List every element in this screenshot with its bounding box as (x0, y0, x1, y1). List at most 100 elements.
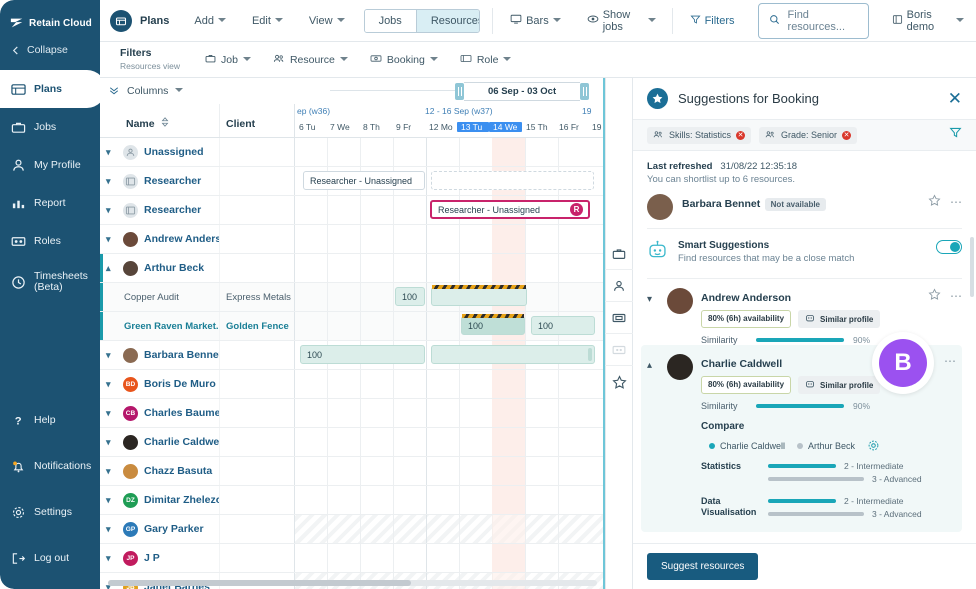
date-range-right-handle[interactable] (580, 83, 590, 100)
briefcase-icon[interactable] (605, 238, 633, 270)
row-timeline[interactable]: Researcher - Unassigned (295, 167, 605, 195)
day-header[interactable]: 15 Th (522, 122, 555, 132)
row-timeline[interactable]: 100 (295, 283, 605, 311)
sidebar-item-timesheets[interactable]: Timesheets (Beta) (0, 260, 100, 304)
date-range-selector[interactable]: 06 Sep - 03 Oct (455, 82, 590, 101)
row-timeline[interactable] (295, 515, 605, 543)
booking-bar[interactable]: 100 (395, 287, 425, 306)
tab-resources[interactable]: Resources (415, 9, 480, 32)
column-header-name[interactable]: Name (100, 104, 220, 137)
star-icon[interactable] (605, 366, 633, 398)
table-row[interactable]: ▾ Unassigned (100, 138, 605, 167)
day-header[interactable]: 9 Fr (392, 122, 425, 132)
panel-scrollbar[interactable] (970, 237, 974, 297)
chevron-down-icon[interactable]: ▾ (106, 408, 117, 419)
toolbar-view-menu[interactable]: View (296, 15, 358, 27)
columns-label[interactable]: Columns (127, 85, 168, 97)
tab-jobs[interactable]: Jobs (364, 9, 416, 32)
collapse-all-icon[interactable] (108, 84, 120, 99)
filter-booking[interactable]: Booking (359, 53, 449, 67)
date-range-left-handle[interactable] (455, 83, 464, 100)
chevron-down-icon[interactable]: ▾ (106, 205, 117, 216)
star-outline-icon[interactable] (928, 288, 941, 304)
toolbar-filters-button[interactable]: Filters (677, 14, 748, 28)
chevron-down-icon[interactable]: ▾ (106, 176, 117, 187)
table-row[interactable]: ▾ CB Charles Baumer (100, 399, 605, 428)
day-header[interactable]: 7 We (326, 122, 359, 132)
row-timeline[interactable] (295, 138, 605, 166)
sidebar-item-settings[interactable]: Settings (0, 489, 100, 535)
filter-job[interactable]: Job (194, 53, 262, 67)
sidebar-item-jobs[interactable]: Jobs (0, 108, 100, 146)
booking-bar[interactable] (431, 285, 527, 306)
search-input[interactable]: Find resources... (757, 2, 869, 39)
similar-profile-badge[interactable]: Similar profile (798, 310, 881, 328)
table-row-sub[interactable]: Copper Audit Express Metals In 100 (100, 283, 605, 312)
booking-bar[interactable]: Researcher - Unassigned (303, 171, 425, 190)
table-row[interactable]: ▾ Researcher (100, 196, 605, 225)
plans-menu-button[interactable]: Plans (110, 9, 181, 32)
filter-chip-grade[interactable]: Grade: Senior ✕ (759, 126, 858, 144)
table-row[interactable]: ▾ Andrew Anderson (100, 225, 605, 254)
row-timeline[interactable] (295, 457, 605, 485)
table-row[interactable]: ▾ Charlie Caldwell (100, 428, 605, 457)
row-timeline[interactable] (295, 486, 605, 514)
row-timeline[interactable]: Researcher - Unassigned R (295, 196, 605, 224)
booking-bar[interactable] (431, 345, 595, 364)
table-row[interactable]: ▾ Researcher (100, 167, 605, 196)
toolbar-bars-menu[interactable]: Bars (497, 13, 574, 28)
row-timeline[interactable] (295, 225, 605, 253)
more-icon[interactable]: ⋯ (944, 354, 956, 368)
star-outline-icon[interactable] (928, 194, 941, 210)
sidebar-item-report[interactable]: Report (0, 184, 100, 222)
table-row[interactable]: ▾ Chazz Basuta (100, 457, 605, 486)
card-icon[interactable] (605, 302, 633, 334)
row-timeline[interactable]: 100 (295, 341, 605, 369)
table-row-sub-selected[interactable]: Green Raven Market... Golden Fence 100 1… (100, 312, 605, 341)
close-icon[interactable]: ✕ (948, 90, 962, 107)
booking-bar[interactable]: 100 (531, 316, 595, 335)
day-header-selected[interactable]: 14 We (489, 122, 522, 132)
table-row[interactable]: ▴ Arthur Beck (100, 254, 605, 283)
chevron-down-icon[interactable]: ▾ (106, 437, 117, 448)
chevron-down-icon[interactable]: ▾ (106, 524, 117, 535)
chevron-down-icon[interactable]: ▾ (106, 495, 117, 506)
row-timeline[interactable] (295, 399, 605, 427)
toolbar-edit-menu[interactable]: Edit (239, 15, 296, 27)
row-timeline[interactable] (295, 370, 605, 398)
chevron-down-icon[interactable]: ▾ (106, 553, 117, 564)
chevron-down-icon[interactable]: ▾ (647, 288, 659, 305)
chevron-up-icon[interactable]: ▴ (647, 354, 659, 371)
remove-chip-icon[interactable]: ✕ (736, 130, 746, 140)
day-header[interactable]: 8 Th (359, 122, 392, 132)
column-header-client[interactable]: Client (220, 104, 295, 137)
toolbar-show-jobs-menu[interactable]: Show jobs (574, 9, 668, 33)
row-timeline[interactable] (295, 428, 605, 456)
row-timeline[interactable] (295, 254, 605, 282)
chevron-down-icon[interactable]: ▾ (106, 234, 117, 245)
similar-profile-badge[interactable]: Similar profile (798, 376, 881, 394)
day-header[interactable]: 6 Tu (295, 122, 326, 132)
sidebar-item-roles[interactable]: Roles (0, 222, 100, 260)
person-icon[interactable] (605, 270, 633, 302)
table-row[interactable]: ▾ BD Boris De Muro (100, 370, 605, 399)
more-icon[interactable]: ⋯ (950, 289, 962, 303)
toolbar-add-menu[interactable]: Add (181, 15, 239, 27)
booking-bar[interactable]: 100 (300, 345, 425, 364)
chevron-down-icon[interactable]: ▾ (106, 350, 117, 361)
booking-bar[interactable]: 100 (461, 314, 525, 335)
smart-suggestions-toggle[interactable] (936, 240, 962, 254)
chevron-up-icon[interactable]: ▴ (106, 263, 117, 274)
booking-bar-resize-handle[interactable] (588, 348, 592, 361)
booking-bar-selected[interactable]: Researcher - Unassigned R (430, 200, 590, 219)
day-header[interactable]: 19 (588, 122, 602, 132)
shortlisted-resource[interactable]: Barbara Bennet Not available ⋯ (647, 185, 962, 229)
chevron-down-icon[interactable]: ▾ (106, 379, 117, 390)
horizontal-scrollbar[interactable] (108, 580, 597, 586)
sidebar-item-logout[interactable]: Log out (0, 535, 100, 581)
table-row[interactable]: ▾ DZ Dimitar Zhelezov (100, 486, 605, 515)
table-row[interactable]: ▾ GP Gary Parker (100, 515, 605, 544)
row-timeline[interactable] (295, 544, 605, 572)
day-header-selected[interactable]: 13 Tu (457, 122, 489, 132)
sidebar-item-plans[interactable]: Plans (0, 70, 106, 108)
